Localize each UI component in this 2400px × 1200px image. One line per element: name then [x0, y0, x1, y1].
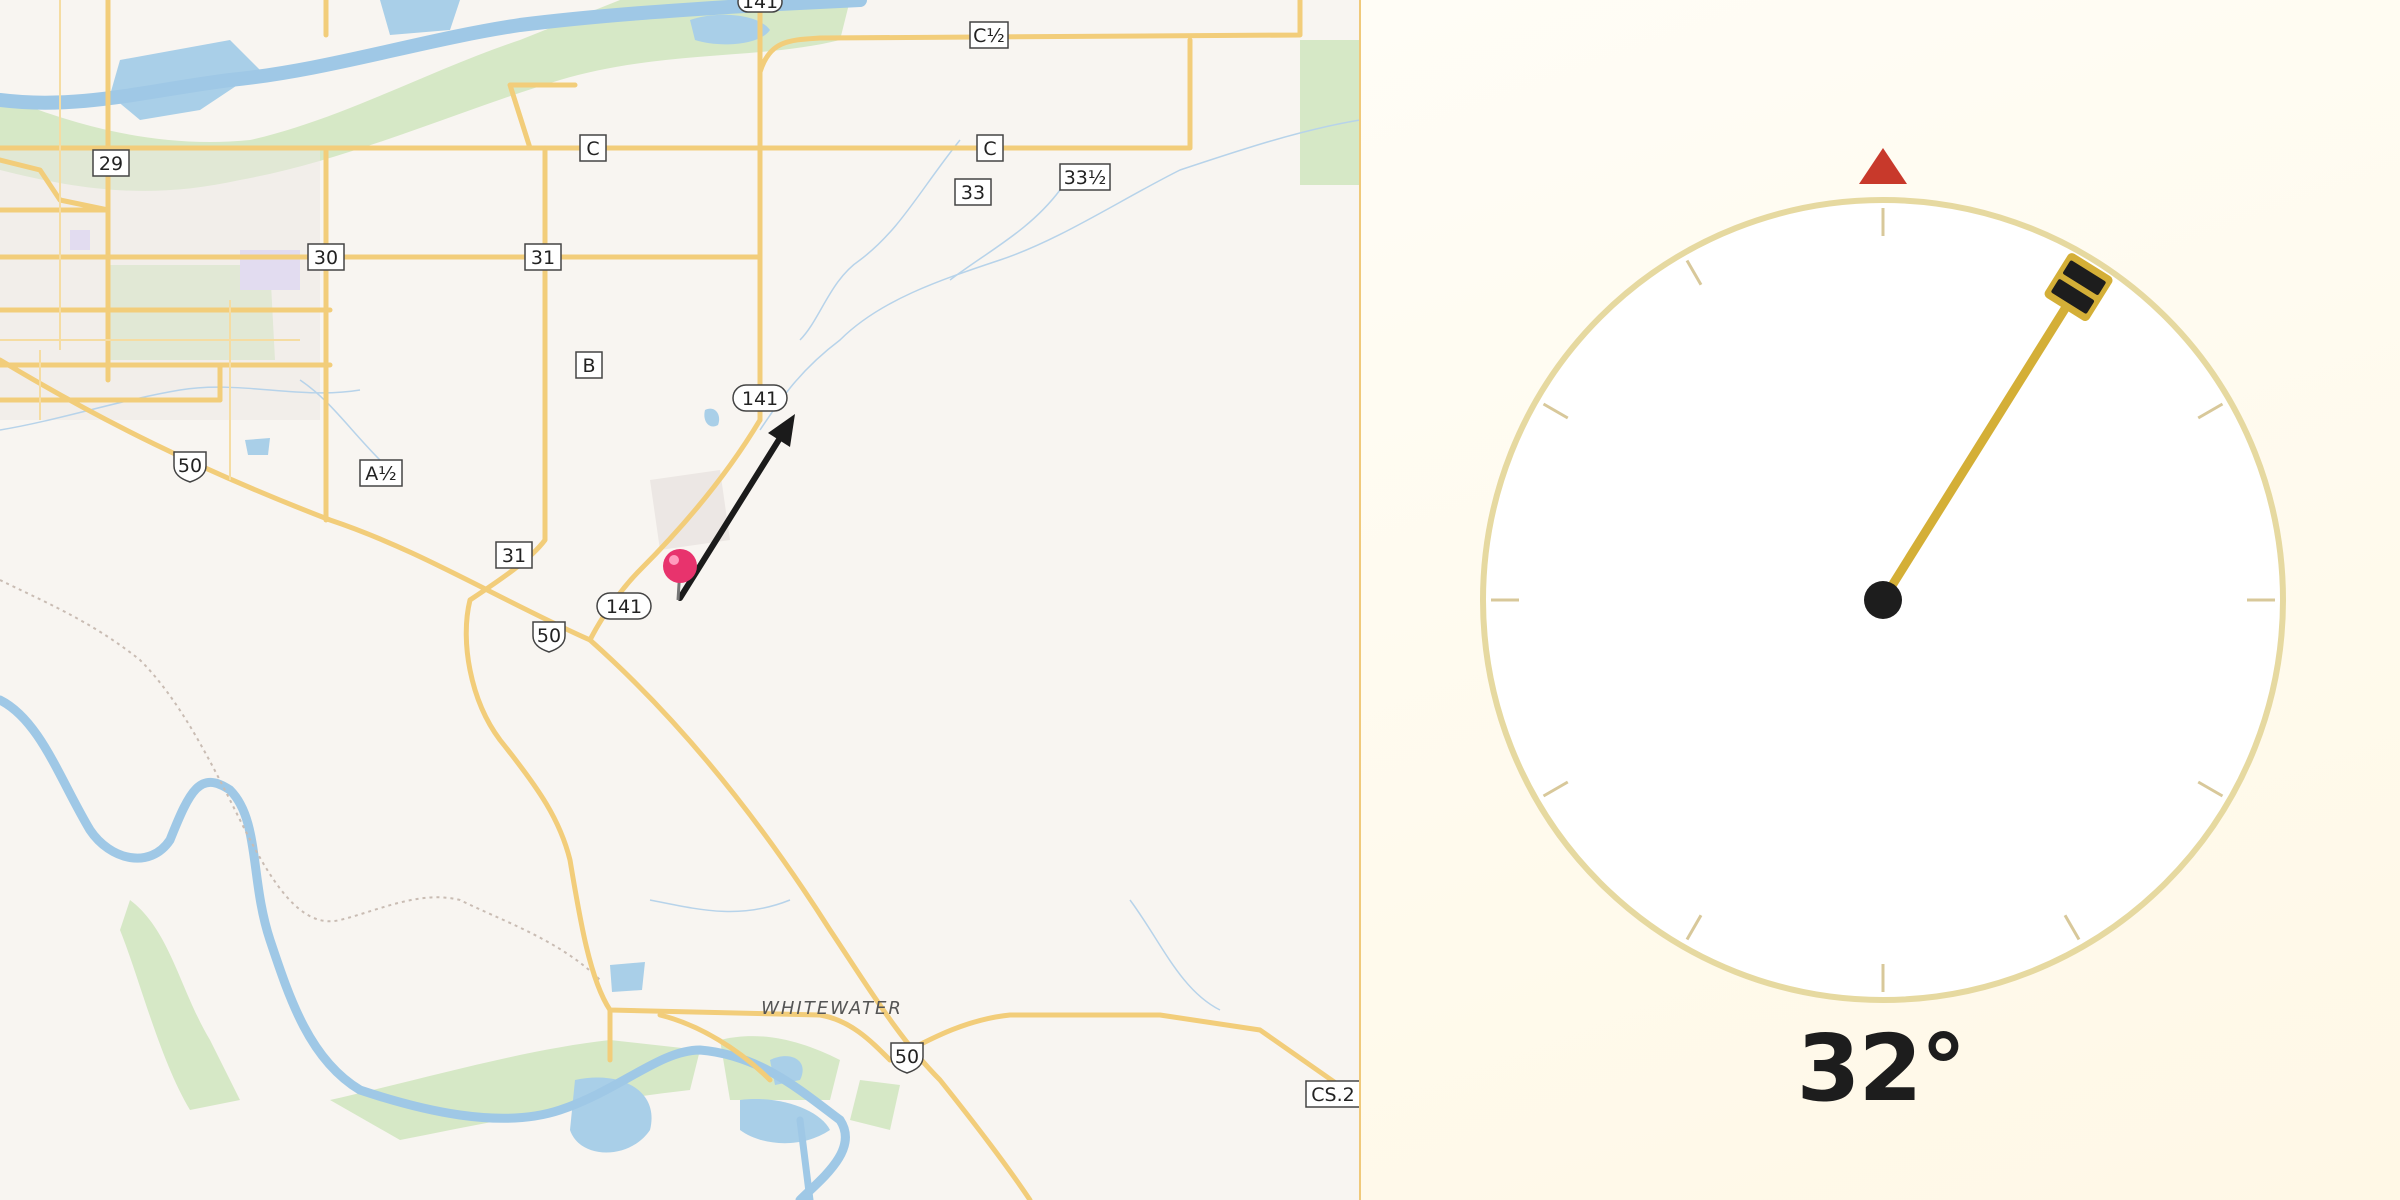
whitewater-label: WHITEWATER [761, 998, 903, 1019]
compass-center-hub [1864, 581, 1902, 619]
svg-text:141: 141 [742, 0, 778, 13]
county-boundary [0, 579, 601, 981]
svg-text:C: C [586, 138, 599, 160]
svg-text:A½: A½ [365, 463, 396, 485]
road-label-31-low: 31 [495, 541, 533, 569]
road-label-c-left: C [579, 134, 607, 162]
svg-text:29: 29 [99, 153, 123, 175]
road-label-c-half: C½ [969, 21, 1009, 49]
road-label-33: 33 [954, 178, 992, 206]
road-label-141-mid: 141 [732, 384, 788, 412]
svg-text:50: 50 [537, 625, 561, 647]
svg-text:33: 33 [961, 182, 985, 204]
road-label-cs2: CS.2 [1305, 1080, 1360, 1108]
road-label-141-top: 141 [737, 0, 783, 13]
road-label-141-low: 141 [596, 592, 652, 620]
map-canvas[interactable]: 141 C½ C C 29 33 33½ 30 31 B 141 50 A½ 3… [0, 0, 1360, 1200]
road-label-us50-east: 50 [890, 1042, 924, 1074]
svg-text:141: 141 [606, 596, 642, 618]
north-marker-icon [1859, 148, 1907, 184]
svg-text:30: 30 [314, 247, 338, 269]
svg-text:31: 31 [502, 545, 526, 567]
svg-text:50: 50 [895, 1046, 919, 1068]
heading-readout: 32° [1796, 1015, 1966, 1122]
svg-text:33½: 33½ [1064, 167, 1107, 189]
road-label-b: B [575, 351, 603, 379]
road-label-29: 29 [92, 149, 130, 177]
svg-text:31: 31 [531, 247, 555, 269]
svg-text:B: B [582, 355, 595, 377]
road-label-31-top: 31 [524, 243, 562, 271]
map-view[interactable]: 141 C½ C C 29 33 33½ 30 31 B 141 50 A½ 3… [0, 0, 1360, 1200]
road-label-us50-mid: 50 [532, 621, 566, 653]
svg-text:CS.2: CS.2 [1311, 1084, 1354, 1106]
svg-text:50: 50 [178, 455, 202, 477]
compass-panel: 32° [1361, 0, 2400, 1200]
svg-text:141: 141 [742, 388, 778, 410]
svg-text:C: C [983, 138, 996, 160]
road-label-a-half: A½ [359, 459, 403, 487]
road-label-us50-west: 50 [173, 451, 207, 483]
road-label-30: 30 [307, 243, 345, 271]
road-label-33-half: 33½ [1059, 163, 1111, 191]
svg-text:C½: C½ [973, 25, 1005, 47]
road-label-c-right: C [976, 134, 1004, 162]
